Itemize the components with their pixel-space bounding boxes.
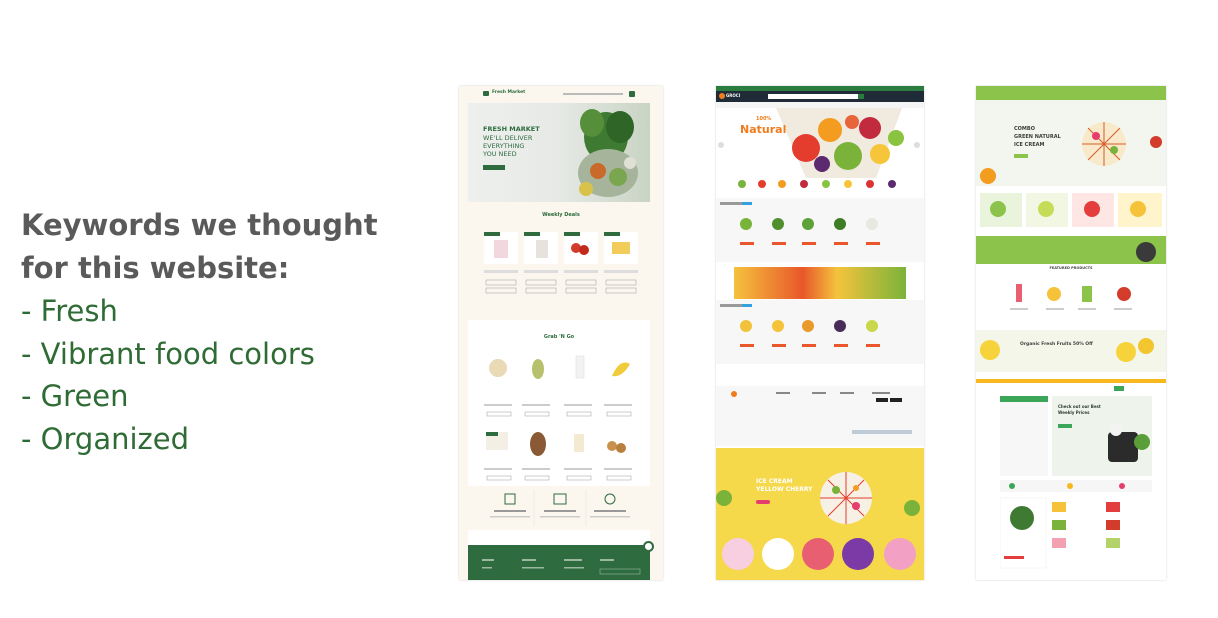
groci-header: GROCI (716, 91, 924, 102)
store2-search-button[interactable] (1114, 386, 1124, 391)
hero-line-2: WE'LL DELIVER (483, 134, 533, 142)
keywords-heading-line-2: for this website: (21, 251, 290, 285)
organic-promo-banner: Organic Fresh Fruits 50% Off (976, 330, 1166, 372)
store2-shop-button[interactable] (1058, 424, 1072, 428)
featured-products-grid (996, 276, 1146, 316)
weekly-deals-title: Weekly Deals (542, 212, 580, 218)
groci-brand: GROCI (726, 93, 741, 98)
fresh-market-brand: Fresh Market (492, 90, 526, 95)
store2-category-sidebar (1000, 396, 1048, 476)
screenshot-organic-stores: COMBO GREEN NATURAL ICE CREAM FEATURED P… (976, 86, 1166, 580)
basket-icon (483, 91, 489, 96)
chat-icon[interactable] (643, 541, 654, 552)
nav-links (563, 93, 623, 95)
groci-categories (734, 178, 912, 194)
hero-natural: Natural (740, 123, 787, 136)
screenshot-fresh-market: Fresh Market FRESH MARKET WE'LL DELIVER … (459, 86, 663, 580)
search-icon[interactable] (858, 94, 864, 99)
delivery-features (468, 486, 650, 530)
keyword-fresh: - Fresh (21, 294, 118, 328)
organic-category-tiles (976, 189, 1166, 229)
screenshot-groci: GROCI 100% Natural ICE CREAM YELLOW CHER… (716, 86, 924, 580)
store2-header (976, 383, 1166, 395)
fresh-market-footer (468, 541, 654, 580)
keywords-heading-line-1: Keywords we thought (21, 208, 378, 242)
groci-product-row-2 (716, 300, 924, 364)
groci-features-strip (716, 368, 924, 386)
banner-line-2: YELLOW CHERRY (756, 486, 813, 493)
groci-footer (716, 386, 924, 446)
vegetable-bag-image (568, 103, 650, 202)
hero-line-1: FRESH MARKET (483, 125, 540, 133)
keyword-organized: - Organized (21, 421, 190, 456)
groci-ice-cream-banner: ICE CREAM YELLOW CHERRY (716, 448, 924, 580)
fresh-market-hero: FRESH MARKET WE'LL DELIVER EVERYTHING YO… (468, 103, 650, 202)
weekly-deals-grid (484, 226, 638, 296)
store2-title-line-2: Weekly Prices (1058, 410, 1090, 415)
groci-promo-banners (734, 267, 906, 299)
grab-n-go-title: Grab 'N Go (543, 334, 575, 340)
banner-line-1: ICE CREAM (756, 478, 793, 485)
hero-prev-arrow[interactable] (718, 142, 724, 148)
hero-percent: 100% (756, 116, 772, 122)
hero-line-4: YOU NEED (483, 150, 517, 158)
keywords-panel: Keywords we thought for this website: - … (21, 204, 401, 460)
organic-hero: COMBO GREEN NATURAL ICE CREAM (976, 86, 1166, 186)
pan-image (1136, 242, 1156, 262)
featured-products-label: FEATURED PRODUCTS (1049, 266, 1093, 270)
groci-hero: 100% Natural (716, 108, 924, 178)
hero-line-3: EVERYTHING (483, 142, 525, 150)
grab-n-go-section: Grab 'N Go (468, 320, 650, 570)
hero-next-arrow[interactable] (914, 142, 920, 148)
groci-product-row-1 (716, 198, 924, 262)
store2-hero: Check out our Best Weekly Prices (1052, 396, 1152, 476)
keyword-vibrant-food-colors: - Vibrant food colors (21, 336, 315, 371)
store2-products (999, 478, 1152, 580)
groci-search-input[interactable] (768, 94, 858, 99)
hero-shop-button[interactable] (483, 165, 505, 170)
groci-logo-icon (719, 93, 725, 99)
banner-button[interactable] (756, 500, 770, 504)
cart-icon (629, 91, 635, 97)
fresh-market-navbar: Fresh Market (459, 86, 663, 102)
organic-banner (976, 236, 1166, 264)
store2-categories-header (1000, 396, 1048, 402)
keyword-green: - Green (21, 379, 129, 413)
